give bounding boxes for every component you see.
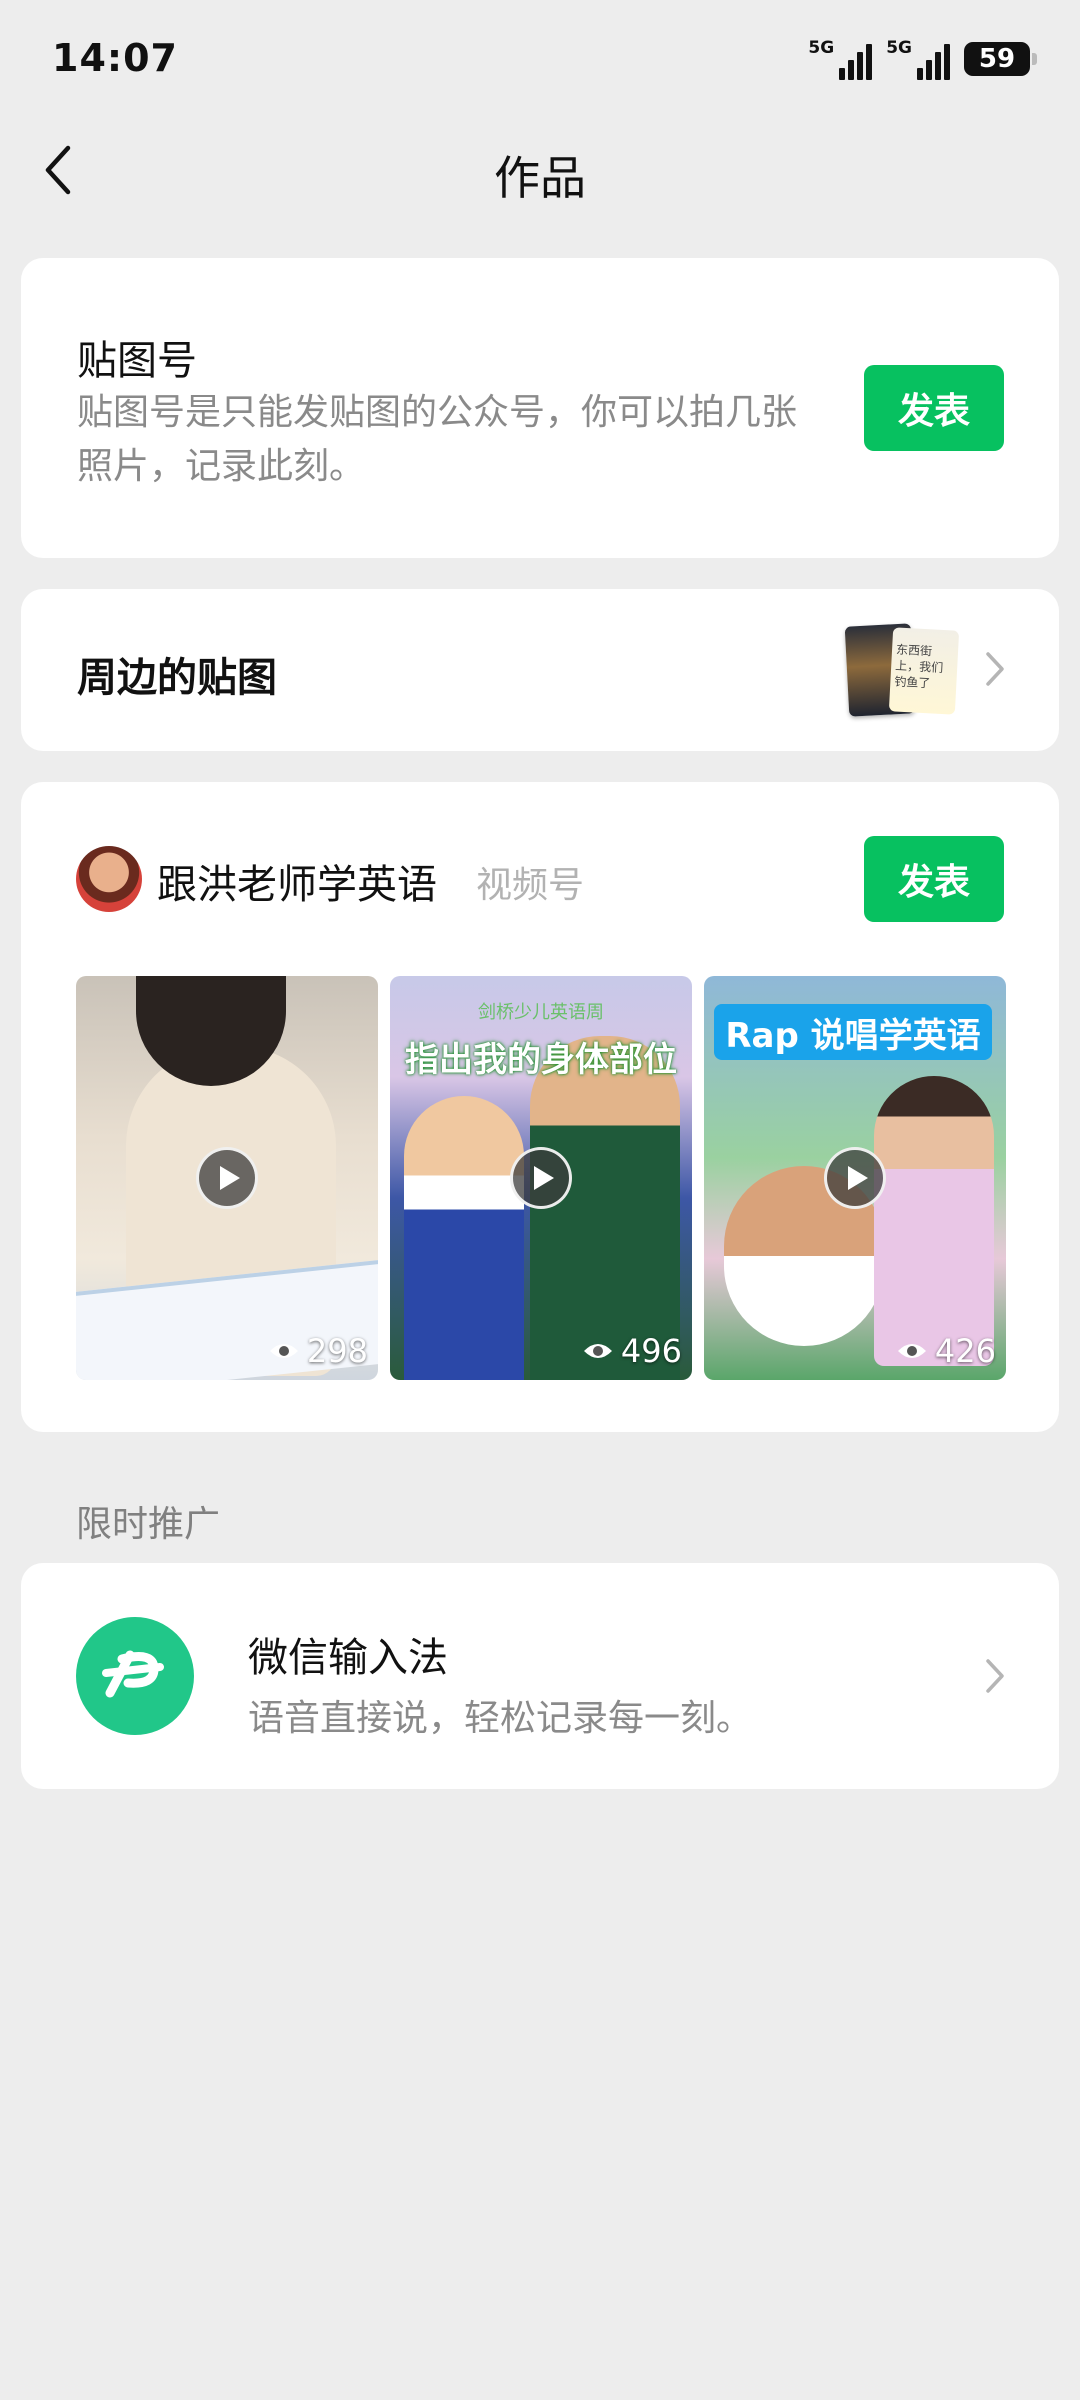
- channel-publish-button[interactable]: 发表: [864, 836, 1004, 922]
- video-subcaption: 剑桥少儿英语周: [478, 1002, 604, 1023]
- status-time: 14:07: [52, 36, 178, 80]
- channel-name[interactable]: 跟洪老师学英语: [157, 852, 437, 910]
- nearby-stickers-title: 周边的贴图: [77, 655, 277, 701]
- promo-title: 微信输入法: [248, 1635, 448, 1681]
- signal-icon-2: 5G: [886, 38, 950, 80]
- sticker-account-card: 贴图号 贴图号是只能发贴图的公众号，你可以拍几张照片，记录此刻。 发表: [21, 258, 1059, 558]
- sticker-publish-button[interactable]: 发表: [864, 365, 1004, 451]
- video-item[interactable]: 298: [76, 976, 378, 1380]
- sticker-account-title: 贴图号: [77, 338, 197, 384]
- nearby-thumbnails: 东西街上，我们钓鱼了: [844, 623, 960, 717]
- nearby-thumbnail-2: 东西街上，我们钓鱼了: [888, 627, 960, 715]
- status-icons: 5G 5G 59: [808, 38, 1037, 80]
- signal-icon: 5G: [808, 38, 873, 80]
- video-list: 298 剑桥少儿英语周 指出我的身体部位 496 Rap 说唱学英语 426: [76, 976, 1006, 1380]
- view-count: 496: [583, 1332, 682, 1370]
- video-item[interactable]: 剑桥少儿英语周 指出我的身体部位 496: [390, 976, 692, 1380]
- battery-level: 59: [978, 44, 1016, 74]
- play-icon: [510, 1147, 572, 1209]
- status-bar: 14:07 5G 5G 59: [0, 0, 1080, 120]
- eye-icon: [269, 1344, 298, 1358]
- nearby-stickers-row[interactable]: 周边的贴图 东西街上，我们钓鱼了: [21, 589, 1059, 751]
- eye-icon: [583, 1344, 612, 1358]
- play-icon: [824, 1147, 886, 1209]
- wechat-ime-logo-icon: [76, 1617, 194, 1735]
- chevron-right-icon: [986, 652, 1004, 686]
- promo-section-label: 限时推广: [76, 1504, 221, 1545]
- promo-description: 语音直接说，轻松记录每一刻。: [248, 1698, 753, 1739]
- video-caption: 指出我的身体部位: [405, 1040, 677, 1080]
- channel-card: 跟洪老师学英语 视频号 发表 298 剑桥少儿英语周 指出我的身体部位 496 …: [21, 782, 1059, 1432]
- promo-card[interactable]: 微信输入法 语音直接说，轻松记录每一刻。: [21, 1563, 1059, 1789]
- sticker-account-description: 贴图号是只能发贴图的公众号，你可以拍几张照片，记录此刻。: [77, 392, 798, 487]
- video-item[interactable]: Rap 说唱学英语 426: [704, 976, 1006, 1380]
- nav-bar: 作品: [0, 120, 1080, 220]
- battery-icon: 59: [964, 42, 1037, 76]
- channel-avatar[interactable]: [76, 846, 142, 912]
- eye-icon: [897, 1344, 926, 1358]
- play-icon: [196, 1147, 258, 1209]
- channel-type-label: 视频号: [476, 865, 585, 906]
- view-count: 426: [897, 1332, 996, 1370]
- view-count: 298: [269, 1332, 368, 1370]
- page-title: 作品: [494, 151, 586, 205]
- video-caption: Rap 说唱学英语: [714, 1004, 992, 1060]
- chevron-right-icon: [986, 1659, 1004, 1693]
